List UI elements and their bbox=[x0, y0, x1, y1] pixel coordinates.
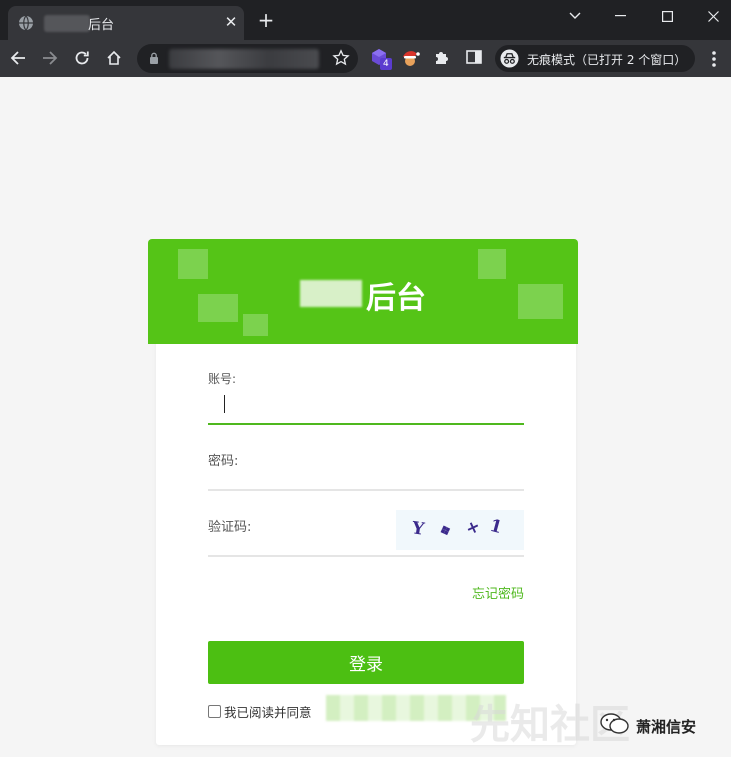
incognito-indicator[interactable]: 无痕模式（已打开 2 个窗口） bbox=[495, 45, 695, 72]
lock-icon bbox=[150, 52, 158, 64]
forward-arrow-icon[interactable] bbox=[39, 47, 61, 69]
url-redacted bbox=[169, 49, 319, 69]
password-underline bbox=[208, 489, 524, 491]
captcha-underline bbox=[208, 555, 524, 557]
captcha-char: Y bbox=[410, 518, 426, 540]
title-redacted bbox=[300, 280, 362, 307]
browser-toolbar: 4 无痕模式（已打开 2 个窗口） bbox=[0, 40, 731, 77]
kebab-menu-icon[interactable] bbox=[706, 49, 722, 69]
page-title: 后台 bbox=[366, 281, 426, 316]
puzzle-icon[interactable] bbox=[433, 48, 455, 70]
side-panel-icon[interactable] bbox=[465, 48, 487, 70]
header-redaction bbox=[518, 284, 563, 319]
forgot-password-link[interactable]: 忘记密码 bbox=[472, 583, 524, 602]
incognito-icon bbox=[500, 49, 519, 68]
incognito-label: 无痕模式（已打开 2 个窗口） bbox=[527, 53, 687, 67]
captcha-char: ❖ bbox=[437, 522, 454, 541]
header-redaction bbox=[178, 249, 208, 279]
home-icon[interactable] bbox=[103, 47, 125, 69]
account-input[interactable] bbox=[208, 391, 524, 417]
login-header: 后台 bbox=[148, 239, 578, 344]
extension-cube-icon[interactable]: 4 bbox=[370, 48, 392, 70]
login-card: 后台 账号: 密码: 验证码: Y ❖ + 1 忘记密码 登录 我已阅读并同意 bbox=[148, 239, 578, 745]
back-arrow-icon[interactable] bbox=[7, 47, 29, 69]
captcha-image[interactable]: Y ❖ + 1 bbox=[396, 510, 524, 550]
tab-close-icon[interactable]: ✕ bbox=[222, 13, 240, 31]
browser-tab[interactable]: 后台 ✕ bbox=[8, 6, 244, 40]
globe-icon bbox=[19, 15, 33, 31]
login-button[interactable]: 登录 bbox=[208, 641, 524, 684]
reload-icon[interactable] bbox=[71, 47, 93, 69]
minimize-icon[interactable] bbox=[597, 0, 643, 32]
header-redaction bbox=[243, 314, 268, 336]
chevron-down-icon[interactable] bbox=[552, 0, 598, 32]
tab-title: 后台 bbox=[88, 18, 115, 33]
account-label: 账号: bbox=[208, 372, 237, 386]
agreement-row: 我已阅读并同意 bbox=[208, 702, 312, 721]
captcha-char: + bbox=[462, 515, 484, 541]
browser-tab-bar: 后台 ✕ + bbox=[0, 0, 731, 40]
address-bar[interactable] bbox=[137, 44, 358, 73]
captcha-char: 1 bbox=[487, 515, 505, 539]
star-icon[interactable] bbox=[332, 49, 350, 67]
header-redaction bbox=[198, 294, 238, 322]
header-redaction bbox=[478, 249, 506, 279]
text-caret bbox=[224, 395, 225, 413]
new-tab-button[interactable]: + bbox=[256, 9, 276, 31]
extension-badge: 4 bbox=[380, 58, 392, 70]
password-input[interactable] bbox=[208, 461, 524, 487]
extension-santa-icon[interactable] bbox=[400, 48, 422, 70]
captcha-input[interactable] bbox=[208, 519, 388, 545]
maximize-icon[interactable] bbox=[644, 0, 690, 32]
watermark-account: 萧湘信安 bbox=[636, 718, 697, 736]
agree-checkbox[interactable] bbox=[208, 705, 221, 718]
agree-text: 我已阅读并同意 bbox=[224, 705, 312, 720]
close-icon[interactable] bbox=[690, 0, 731, 32]
tab-title-redacted bbox=[44, 15, 90, 32]
account-underline bbox=[208, 423, 524, 425]
wechat-logo-icon bbox=[600, 713, 629, 734]
